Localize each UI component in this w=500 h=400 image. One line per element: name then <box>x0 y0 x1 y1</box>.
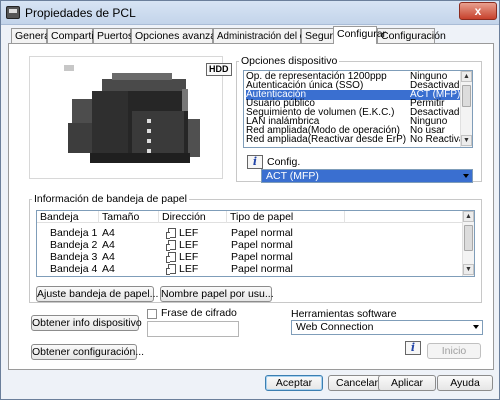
option-name: Red ampliada(Reactivar desde ErP) <box>246 134 407 145</box>
tray-name: Bandeja 4 <box>50 263 98 275</box>
title-bar: Propiedades de PCL x <box>1 1 499 25</box>
software-tools-value: Web Connection <box>296 321 374 333</box>
config-select[interactable]: ACT (MFP) <box>261 169 473 183</box>
table-row[interactable]: Bandeja 3 A4 LEF Papel normal <box>37 251 462 263</box>
properties-window: Propiedades de PCL x General Compartir P… <box>0 0 500 400</box>
table-row[interactable]: Bandeja 4 A4 LEF Papel normal <box>37 263 462 275</box>
tray-direction: LEF <box>179 251 199 263</box>
hdd-badge: HDD <box>206 63 232 76</box>
table-row[interactable]: Bandeja 1 A4 LEF Papel normal <box>37 227 462 239</box>
tray-paper-type: Papel normal <box>231 251 293 263</box>
paper-orientation-icon <box>166 264 176 275</box>
tab-compartir[interactable]: Compartir <box>47 28 97 43</box>
printer-image <box>64 65 200 163</box>
tray-size: A4 <box>102 227 115 239</box>
header-tray: Bandeja <box>37 211 99 223</box>
device-options-group: Opciones dispositivo Op. de representaci… <box>236 55 482 183</box>
tray-table[interactable]: Bandeja Tamaño Dirección Tipo de papel B… <box>36 210 475 277</box>
help-button[interactable]: Ayuda <box>437 375 493 391</box>
header-paper-type: Tipo de papel <box>227 211 345 223</box>
tray-info-group: Información de bandeja de papel Bandeja … <box>29 193 482 303</box>
scroll-up-icon[interactable]: ▲ <box>461 71 472 82</box>
scroll-thumb[interactable] <box>464 225 473 251</box>
window-title: Propiedades de PCL <box>25 6 136 20</box>
software-tools-select[interactable]: Web Connection <box>291 320 483 335</box>
printer-image-frame: HDD <box>29 56 232 179</box>
tray-direction: LEF <box>179 239 199 251</box>
device-options-title: Opciones dispositivo <box>239 55 340 67</box>
passphrase-checkbox[interactable] <box>147 309 157 319</box>
scroll-thumb[interactable] <box>462 85 471 107</box>
tray-paper-type: Papel normal <box>231 239 293 251</box>
tray-size: A4 <box>102 239 115 251</box>
header-direction: Dirección <box>159 211 227 223</box>
paper-orientation-icon <box>166 240 176 251</box>
paper-orientation-icon <box>166 252 176 263</box>
get-configuration-button[interactable]: Obtener configuración... <box>31 344 144 360</box>
options-scrollbar[interactable]: ▲ ▼ <box>460 71 472 147</box>
tray-direction: LEF <box>179 227 199 239</box>
scroll-down-icon[interactable]: ▼ <box>461 135 472 146</box>
device-options-list[interactable]: Op. de representación 1200ppp Ninguno Aut… <box>243 70 473 148</box>
scroll-up-icon[interactable]: ▲ <box>463 211 474 222</box>
printer-icon <box>6 6 20 19</box>
tab-puertos[interactable]: Puertos <box>93 28 133 43</box>
adjust-tray-button[interactable]: Ajuste bandeja de papel... <box>36 286 158 302</box>
chevron-down-icon <box>473 325 479 329</box>
tray-paper-type: Papel normal <box>231 227 293 239</box>
chevron-down-icon <box>463 174 469 178</box>
tray-info-title: Información de bandeja de papel <box>32 193 189 205</box>
software-tools-label: Herramientas software <box>291 308 397 320</box>
tray-table-header: Bandeja Tamaño Dirección Tipo de papel <box>37 211 462 223</box>
tray-name: Bandeja 3 <box>50 251 98 263</box>
tray-size: A4 <box>102 251 115 263</box>
info-icon: i <box>247 155 263 169</box>
scroll-down-icon[interactable]: ▼ <box>463 264 474 275</box>
passphrase-label: Frase de cifrado <box>161 307 237 319</box>
tab-administracion-color[interactable]: Administración del color <box>213 28 321 43</box>
configurar-panel: HDD Opciones dispositivo Op. de represen… <box>8 43 494 370</box>
option-row[interactable]: Red ampliada(Reactivar desde ErP) No Reac… <box>246 134 468 145</box>
tab-configurar[interactable]: Configurar <box>333 26 386 44</box>
start-button[interactable]: Inicio <box>427 343 481 359</box>
ok-button[interactable]: Aceptar <box>265 375 323 391</box>
paper-orientation-icon <box>166 228 176 239</box>
passphrase-input[interactable] <box>147 321 239 337</box>
tray-name: Bandeja 1 <box>50 227 98 239</box>
config-label: Config. <box>267 156 301 168</box>
header-size: Tamaño <box>99 211 159 223</box>
tray-size: A4 <box>102 263 115 275</box>
get-device-info-button[interactable]: Obtener info dispositivo <box>31 315 142 331</box>
user-paper-name-button[interactable]: Nombre papel por usu... <box>160 286 274 302</box>
info-icon: i <box>405 341 421 355</box>
tray-name: Bandeja 2 <box>50 239 98 251</box>
tab-general[interactable]: General <box>11 28 52 43</box>
tray-table-scrollbar[interactable]: ▲ ▼ <box>462 211 474 276</box>
tab-opciones-avanzadas[interactable]: Opciones avanzadas <box>131 28 233 43</box>
table-row[interactable]: Bandeja 2 A4 LEF Papel normal <box>37 239 462 251</box>
config-select-value: ACT (MFP) <box>266 170 319 182</box>
tray-paper-type: Papel normal <box>231 263 293 275</box>
apply-button[interactable]: Aplicar <box>378 375 436 391</box>
close-button[interactable]: x <box>459 2 497 20</box>
tray-direction: LEF <box>179 263 199 275</box>
